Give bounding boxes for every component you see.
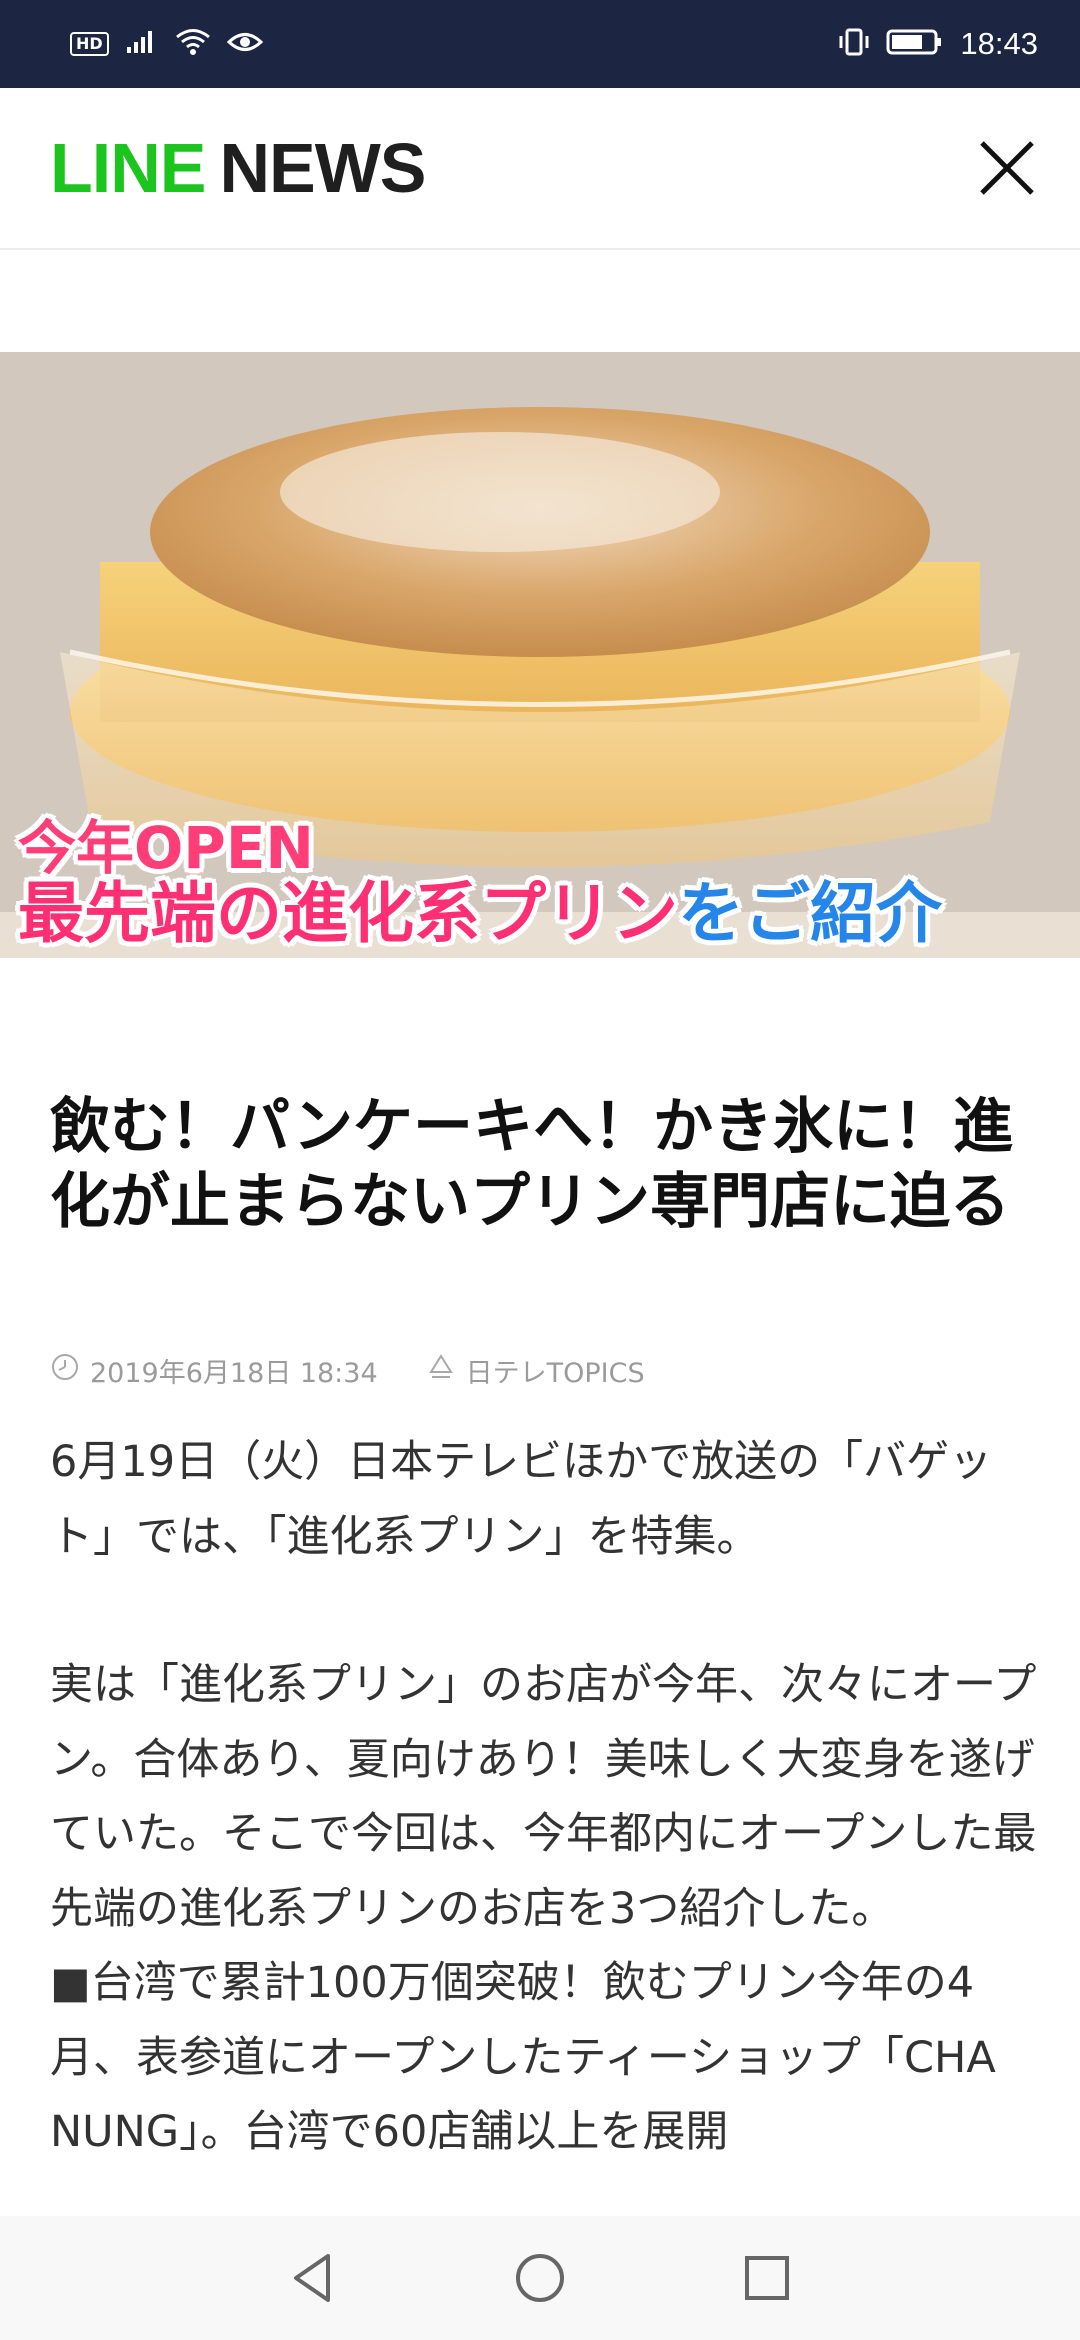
- back-button[interactable]: [283, 2248, 343, 2308]
- app-header: LINE NEWS: [0, 88, 1080, 250]
- close-button[interactable]: [974, 135, 1040, 201]
- hero-image: 今年OPEN 最先端の進化系プリンをご紹介: [0, 352, 1080, 958]
- article-paragraph: 実は「進化系プリン」のお店が今年、次々にオープン。合体あり、夏向けあり！美味しく…: [50, 1660, 1037, 1934]
- wifi-icon: [175, 28, 211, 60]
- logo-line-text: LINE: [50, 129, 206, 207]
- hero-caption-line2-pink: 最先端の進化系プリン: [18, 874, 678, 952]
- article-paragraph: ■台湾で累計100万個突破！飲むプリン今年の4月、表参道にオープンしたティーショ…: [50, 1958, 996, 2157]
- home-icon: [515, 2254, 564, 2302]
- hero-caption-line1: 今年OPEN: [18, 813, 314, 882]
- recents-button[interactable]: [737, 2248, 797, 2308]
- article-body: 6月19日（火）日本テレビほかで放送の「バゲット」では、「進化系プリン」を特集。…: [50, 1425, 1040, 2220]
- close-icon: [980, 141, 1034, 195]
- eye-icon: [226, 29, 263, 59]
- system-nav-bar: [0, 2216, 1080, 2340]
- clock-icon: [50, 1352, 80, 1389]
- source-icon: [426, 1352, 456, 1389]
- clock: 18:43: [960, 26, 1038, 61]
- hd-badge: HD: [70, 32, 109, 56]
- status-bar: HD 18:43: [0, 0, 1080, 88]
- signal-icon: [125, 29, 159, 59]
- home-button[interactable]: [510, 2248, 570, 2308]
- battery-icon: [886, 28, 944, 60]
- article-title: 飲む！パンケーキへ！かき氷に！進化が止まらないプリン専門店に迫る: [50, 1092, 1013, 1237]
- status-left: HD: [70, 28, 263, 60]
- vibrate-icon: [838, 27, 870, 61]
- article-paragraph: 6月19日（火）日本テレビほかで放送の「バゲット」では、「進化系プリン」を特集。: [50, 1437, 993, 1562]
- article-date: 2019年6月18日 18:34: [90, 1358, 378, 1389]
- hero-caption: 今年OPEN 最先端の進化系プリンをご紹介: [18, 813, 942, 948]
- back-icon: [294, 2254, 331, 2302]
- line-news-logo: LINE NEWS: [50, 133, 426, 203]
- status-right: 18:43: [838, 26, 1038, 62]
- article-source[interactable]: 日テレTOPICS: [466, 1351, 645, 1390]
- hero-caption-line2: 最先端の進化系プリンをご紹介: [18, 879, 942, 948]
- article-meta: 2019年6月18日 18:34 日テレTOPICS: [50, 1351, 645, 1390]
- logo-news-text: NEWS: [219, 129, 426, 207]
- hero-caption-line2-blue: をご紹介: [678, 874, 942, 952]
- recents-icon: [744, 2256, 789, 2300]
